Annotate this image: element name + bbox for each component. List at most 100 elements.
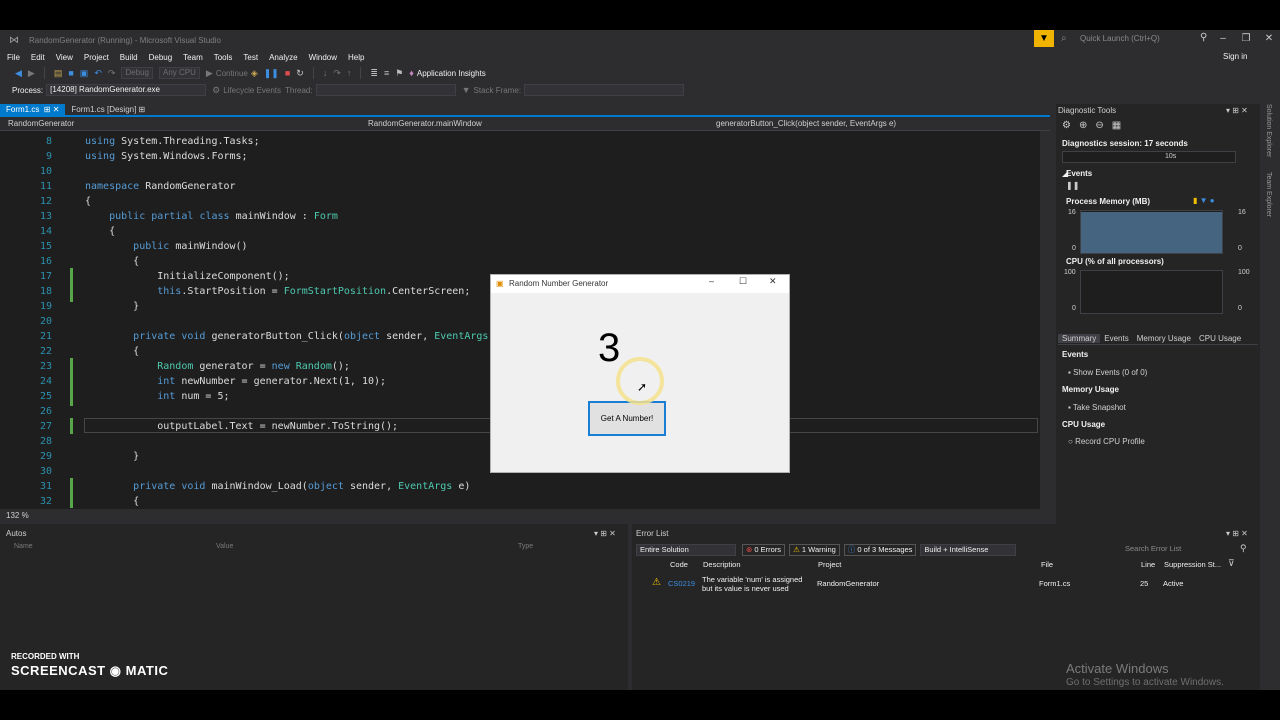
tab-form1-design[interactable]: Form1.cs [Design] ⊞ xyxy=(65,104,151,116)
pause-icon[interactable]: ❚❚ xyxy=(264,68,279,79)
menu-view[interactable]: View xyxy=(56,53,73,62)
col-description[interactable]: Description xyxy=(703,560,741,569)
menu-project[interactable]: Project xyxy=(84,53,109,62)
show-events-link[interactable]: ▪ Show Events (0 of 0) xyxy=(1068,368,1147,377)
col-code[interactable]: Code xyxy=(670,560,688,569)
maximize-icon[interactable]: ❐ xyxy=(1236,32,1256,46)
col-line[interactable]: Line xyxy=(1141,560,1155,569)
menu-debug[interactable]: Debug xyxy=(149,53,173,62)
zoom-in-icon[interactable]: ⊕ xyxy=(1079,120,1087,131)
form-close-icon[interactable]: ✕ xyxy=(769,276,777,287)
autos-column-name[interactable]: Name xyxy=(14,543,33,550)
continue-icon[interactable]: ▶ xyxy=(206,68,213,79)
save-all-icon[interactable]: ▣ xyxy=(80,68,89,79)
tab-events[interactable]: Events xyxy=(1100,334,1132,343)
autos-panel-controls-icon[interactable]: ▾ ⊞ ✕ xyxy=(594,529,616,538)
error-list-search-input[interactable]: Search Error List xyxy=(1125,544,1250,556)
tab-memory-usage[interactable]: Memory Usage xyxy=(1133,334,1195,343)
menu-window[interactable]: Window xyxy=(309,53,337,62)
pause-events-icon[interactable]: ❚❚ xyxy=(1066,181,1079,190)
errors-filter-button[interactable]: ⊗ 0 Errors xyxy=(742,544,786,556)
col-file[interactable]: File xyxy=(1041,560,1053,569)
tab-cpu-usage[interactable]: CPU Usage xyxy=(1195,334,1245,343)
code-line[interactable]: 13 public partial class mainWindow : For… xyxy=(0,209,1040,224)
menu-team[interactable]: Team xyxy=(183,53,203,62)
step-out-icon[interactable]: ↑ xyxy=(347,68,352,78)
filter-icon[interactable]: ▼ xyxy=(462,85,471,95)
zoom-out-icon[interactable]: ⊖ xyxy=(1095,120,1103,131)
configuration-select[interactable]: Debug xyxy=(121,67,153,79)
reset-zoom-icon[interactable]: ▦ xyxy=(1112,120,1121,131)
step-over-icon[interactable]: ↷ xyxy=(333,68,341,79)
redo-icon[interactable]: ↷ xyxy=(108,68,116,79)
sign-in-link[interactable]: Sign in xyxy=(1223,52,1247,61)
platform-select[interactable]: Any CPU xyxy=(158,67,200,79)
code-line[interactable]: 32 { xyxy=(0,494,1040,509)
error-search-icon[interactable]: ⚲ xyxy=(1240,543,1247,554)
tab-summary[interactable]: Summary xyxy=(1058,333,1101,343)
record-cpu-link[interactable]: ○ Record CPU Profile xyxy=(1068,437,1145,446)
quick-launch-input[interactable]: Quick Launch (Ctrl+Q) xyxy=(1075,33,1215,45)
autos-column-value[interactable]: Value xyxy=(216,543,233,550)
settings-icon[interactable]: ⚙ xyxy=(1062,120,1071,131)
menu-analyze[interactable]: Analyze xyxy=(269,53,297,62)
thread-select[interactable] xyxy=(315,84,456,96)
menu-tools[interactable]: Tools xyxy=(214,53,233,62)
take-snapshot-link[interactable]: ▪ Take Snapshot xyxy=(1068,403,1126,412)
get-number-button[interactable]: Get A Number! xyxy=(588,401,666,436)
col-project[interactable]: Project xyxy=(818,560,841,569)
application-insights-button[interactable]: Application Insights xyxy=(417,69,486,78)
code-line[interactable]: 16 { xyxy=(0,254,1040,269)
session-timeline[interactable] xyxy=(1062,151,1236,163)
comment-icon[interactable]: ≣ xyxy=(370,68,378,79)
form-maximize-icon[interactable]: ☐ xyxy=(739,276,747,287)
stop-icon[interactable]: ■ xyxy=(285,68,290,78)
step-into-icon[interactable]: ↓ xyxy=(323,68,328,78)
autos-column-type[interactable]: Type xyxy=(518,543,533,550)
uncomment-icon[interactable]: ≡ xyxy=(384,68,389,78)
code-line[interactable]: 31 private void mainWindow_Load(object s… xyxy=(0,479,1040,494)
stack-frame-select[interactable] xyxy=(524,84,685,96)
editor-horizontal-scrollbar[interactable] xyxy=(60,511,1040,520)
open-file-icon[interactable]: ▤ xyxy=(54,68,63,79)
undo-icon[interactable]: ↶ xyxy=(94,68,102,79)
lifecycle-events-button[interactable]: Lifecycle Events xyxy=(223,86,281,95)
code-line[interactable]: 9 using System.Windows.Forms; xyxy=(0,149,1040,164)
collapse-icon[interactable]: ◢ xyxy=(1062,169,1068,178)
code-line[interactable]: 10 xyxy=(0,164,1040,179)
project-dropdown[interactable]: RandomGenerator xyxy=(8,119,74,128)
menu-test[interactable]: Test xyxy=(243,53,258,62)
menu-edit[interactable]: Edit xyxy=(31,53,45,62)
code-line[interactable]: 11 namespace RandomGenerator xyxy=(0,179,1040,194)
panel-options-icon[interactable]: ▾ ⊞ ✕ xyxy=(1226,106,1248,115)
menu-help[interactable]: Help xyxy=(348,53,364,62)
editor-vertical-scrollbar[interactable] xyxy=(1040,131,1050,509)
error-list-controls-icon[interactable]: ▾ ⊞ ✕ xyxy=(1226,529,1248,538)
column-filter-icon[interactable]: ⊽ xyxy=(1228,558,1235,569)
col-suppression[interactable]: Suppression St... xyxy=(1164,560,1221,569)
error-code-link[interactable]: CS0219 xyxy=(668,579,695,588)
messages-filter-button[interactable]: ⓘ 0 of 3 Messages xyxy=(843,544,917,556)
member-dropdown[interactable]: generatorButton_Click(object sender, Eve… xyxy=(716,119,896,128)
code-line[interactable]: 12 { xyxy=(0,194,1040,209)
build-filter-select[interactable]: Build + IntelliSense xyxy=(920,544,1017,556)
forward-icon[interactable]: ▶ xyxy=(28,68,35,79)
menu-build[interactable]: Build xyxy=(120,53,138,62)
save-icon[interactable]: ■ xyxy=(68,68,73,78)
team-explorer-tab[interactable]: Team Explorer xyxy=(1265,172,1272,217)
zoom-level[interactable]: 132 % xyxy=(6,511,29,520)
code-line[interactable]: 8 using System.Threading.Tasks; xyxy=(0,134,1040,149)
continue-button[interactable]: Continue xyxy=(216,69,248,78)
warnings-filter-button[interactable]: ⚠ 1 Warning xyxy=(789,544,840,556)
back-icon[interactable]: ◀ xyxy=(15,68,22,79)
bookmark-icon[interactable]: ⚑ xyxy=(395,68,403,79)
restart-icon[interactable]: ↻ xyxy=(296,68,304,79)
close-icon[interactable]: ✕ xyxy=(1259,32,1279,46)
form-minimize-icon[interactable]: – xyxy=(709,276,714,286)
search-icon[interactable]: ⚲ xyxy=(1200,32,1207,43)
notification-flag-icon[interactable]: ▼ xyxy=(1034,30,1054,47)
menu-file[interactable]: File xyxy=(7,53,20,62)
browser-link-icon[interactable]: ◈ xyxy=(251,68,258,79)
minimize-icon[interactable]: – xyxy=(1213,32,1233,46)
solution-explorer-tab[interactable]: Solution Explorer xyxy=(1265,104,1272,157)
